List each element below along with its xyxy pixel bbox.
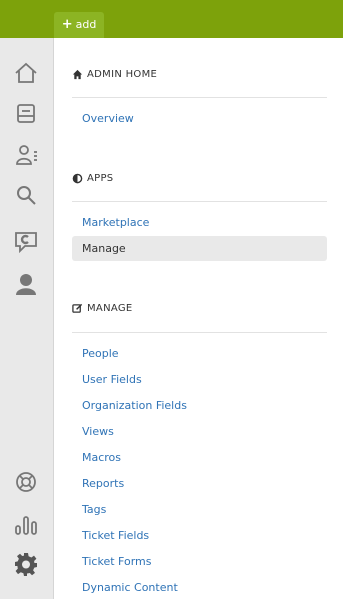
edit-icon [72, 303, 83, 313]
search-icon[interactable] [13, 182, 39, 208]
sidebar [0, 38, 54, 599]
dynamic-content-link[interactable]: Dynamic Content [82, 581, 178, 595]
ticket-fields-link[interactable]: Ticket Fields [82, 529, 149, 543]
customers-icon[interactable] [13, 142, 39, 168]
agent-icon[interactable] [13, 270, 39, 296]
home-icon[interactable] [13, 60, 39, 86]
add-label: add [75, 18, 97, 31]
help-center-icon[interactable] [13, 469, 39, 495]
add-button[interactable]: + add [54, 12, 104, 38]
reporting-icon[interactable] [13, 511, 39, 537]
tags-link[interactable]: Tags [82, 503, 106, 517]
views-link[interactable]: Views [82, 425, 114, 439]
half-circle-icon [72, 173, 83, 183]
admin-settings-icon[interactable] [13, 551, 39, 577]
chat-icon[interactable] [13, 228, 39, 254]
home-filled-icon [72, 69, 83, 79]
ticket-forms-link[interactable]: Ticket Forms [82, 555, 151, 569]
marketplace-link[interactable]: Marketplace [82, 216, 149, 230]
admin-home-heading: ADMIN HOME [72, 65, 157, 83]
manage-apps-link-active[interactable]: Manage [72, 236, 327, 261]
people-link[interactable]: People [82, 347, 119, 361]
apps-title: APPS [87, 172, 114, 184]
divider [72, 201, 327, 202]
apps-heading: APPS [72, 169, 113, 187]
macros-link[interactable]: Macros [82, 451, 121, 465]
divider [72, 332, 327, 333]
top-bar [0, 0, 343, 38]
reports-link[interactable]: Reports [82, 477, 124, 491]
plus-icon: + [61, 17, 73, 32]
divider [72, 97, 327, 98]
manage-heading: MANAGE [72, 299, 132, 317]
manage-apps-label: Manage [82, 242, 126, 255]
admin-home-title: ADMIN HOME [87, 68, 158, 80]
user-fields-link[interactable]: User Fields [82, 373, 142, 387]
views-icon[interactable] [13, 101, 39, 127]
admin-nav-panel: ADMIN HOME Overview APPS Marketplace Man… [54, 38, 343, 599]
overview-link[interactable]: Overview [82, 112, 134, 126]
organization-fields-link[interactable]: Organization Fields [82, 399, 187, 413]
manage-title: MANAGE [87, 302, 133, 314]
